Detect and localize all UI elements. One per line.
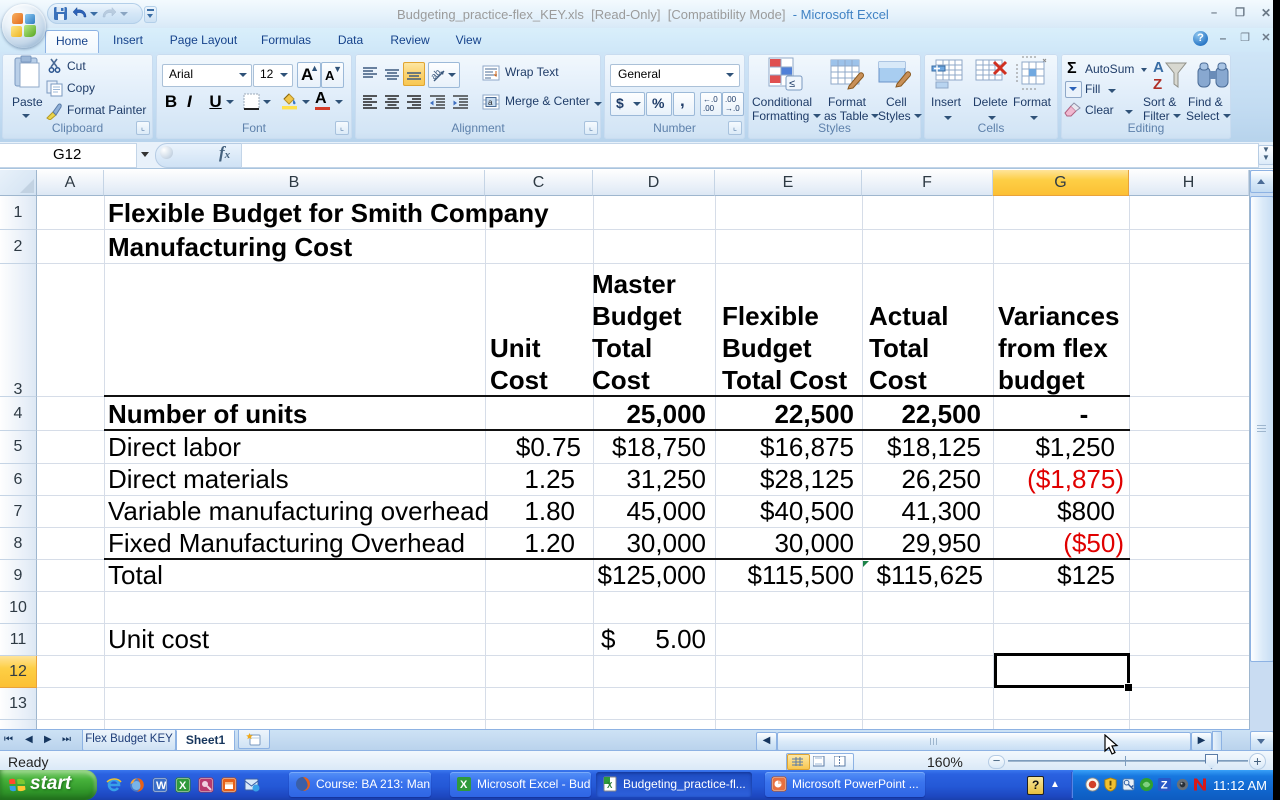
svg-text:Z: Z <box>1153 76 1162 93</box>
svg-text:X: X <box>607 781 613 790</box>
svg-text:X: X <box>179 780 187 792</box>
svg-text:Z: Z <box>1161 780 1168 792</box>
svg-text:ab: ab <box>431 67 443 81</box>
svg-text:A: A <box>1153 59 1164 76</box>
svg-text:W: W <box>156 780 167 792</box>
svg-text:a: a <box>488 98 493 107</box>
svg-text:X: X <box>460 779 468 791</box>
svg-text:≤: ≤ <box>789 78 795 90</box>
